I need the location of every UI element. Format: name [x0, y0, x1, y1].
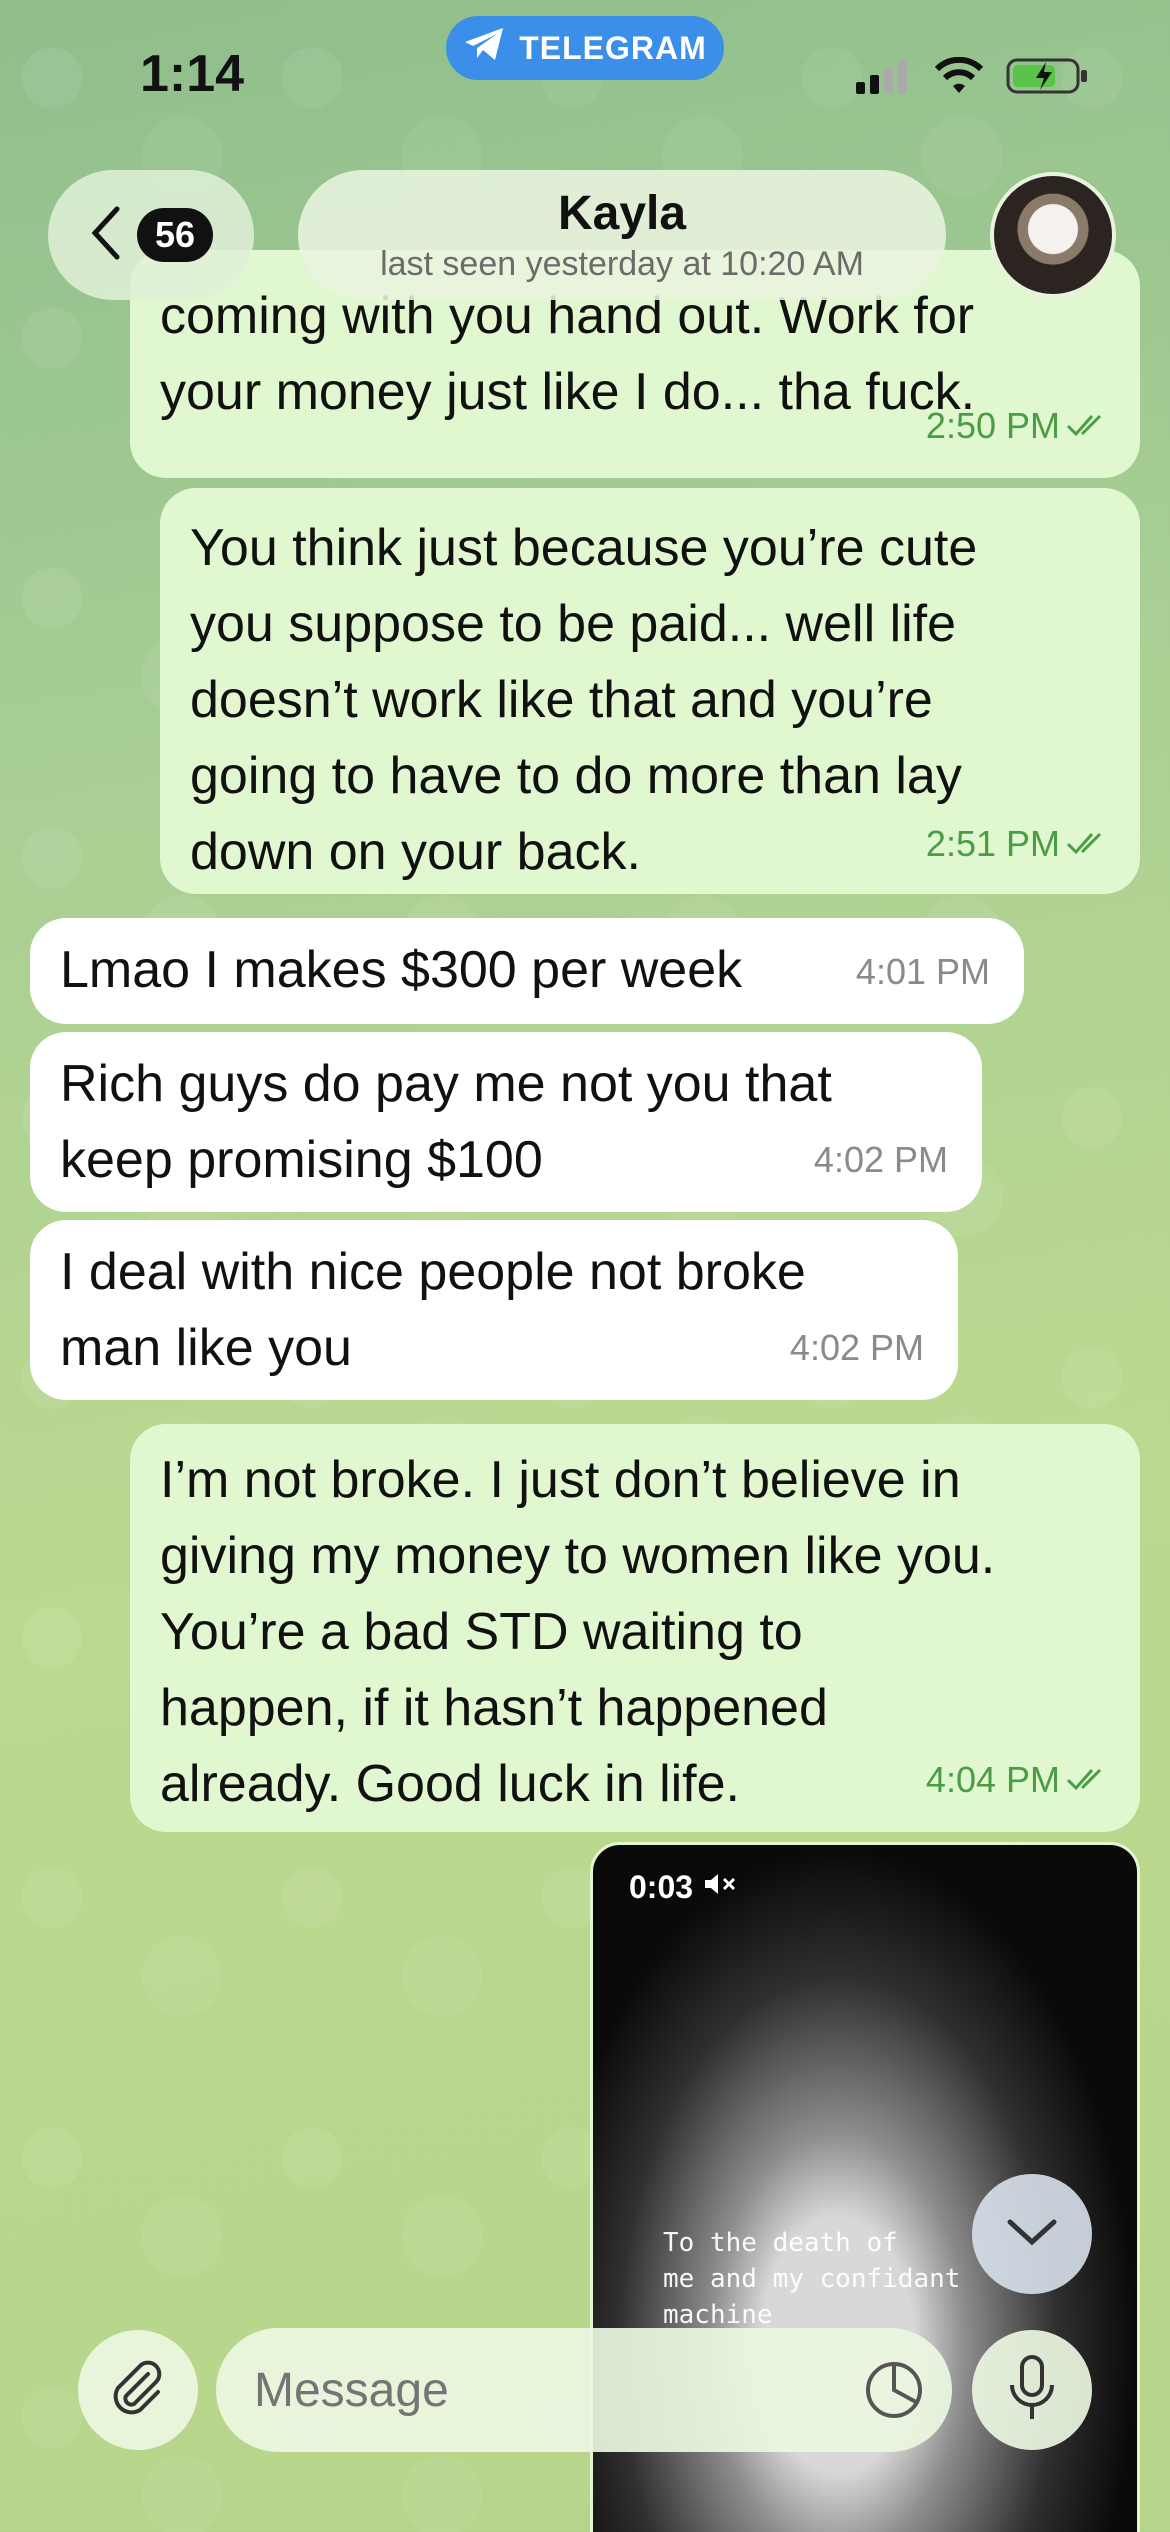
video-duration: 0:03 [629, 1869, 737, 1906]
status-icons [854, 56, 1090, 101]
signal-icon [854, 58, 912, 99]
message-bubble-outgoing[interactable]: I’m not broke. I just don’t believe in g… [130, 1424, 1140, 1832]
wifi-icon [934, 56, 984, 100]
double-check-icon [1066, 388, 1110, 464]
message-meta: 2:51 PM [926, 806, 1110, 882]
scroll-to-bottom-button[interactable] [972, 2174, 1092, 2294]
double-check-icon [1066, 1742, 1110, 1818]
message-meta: 2:50 PM [926, 388, 1110, 464]
message-bubble-incoming[interactable]: Rich guys do pay me not you that keep pr… [30, 1032, 982, 1212]
video-caption: To the death of me and my confidant mach… [663, 2228, 961, 2330]
voice-record-button[interactable] [972, 2330, 1092, 2450]
back-button[interactable]: 56 [48, 170, 254, 300]
message-meta: 4:04 PM [926, 1742, 1110, 1818]
telegram-pill[interactable]: TELEGRAM [446, 16, 724, 80]
status-bar: 1:14 TELEGRAM [0, 0, 1170, 150]
telegram-pill-label: TELEGRAM [519, 29, 707, 66]
message-time: 2:50 PM [925, 405, 1060, 446]
message-input[interactable] [216, 2328, 952, 2452]
telegram-plane-icon [463, 26, 505, 70]
unread-count-badge: 56 [136, 208, 214, 262]
attach-button[interactable] [78, 2330, 198, 2450]
last-seen-status: last seen yesterday at 10:20 AM [380, 245, 864, 283]
message-meta: 4:02 PM [790, 1310, 924, 1386]
muted-speaker-icon[interactable] [703, 1869, 737, 1906]
status-time: 1:14 [140, 45, 245, 103]
contact-avatar[interactable] [990, 172, 1116, 298]
message-time: 4:02 PM [789, 1327, 924, 1368]
sticker-icon[interactable] [862, 2358, 926, 2427]
message-time: 4:01 PM [855, 951, 990, 992]
message-time: 4:04 PM [925, 1759, 1060, 1800]
chevron-left-icon [89, 203, 123, 268]
message-meta: 4:01 PM [856, 934, 990, 1010]
message-bubble-incoming[interactable]: Lmao I makes $300 per week 4:01 PM [30, 918, 1024, 1024]
microphone-icon [1005, 2353, 1059, 2428]
message-meta: 4:02 PM [814, 1122, 948, 1198]
message-time: 2:51 PM [925, 823, 1060, 864]
video-duration-text: 0:03 [629, 1869, 694, 1905]
message-bubble-incoming[interactable]: I deal with nice people not broke man li… [30, 1220, 958, 1400]
message-bubble-outgoing[interactable]: You think just because you’re cute you s… [160, 488, 1140, 894]
battery-charging-icon [1006, 56, 1090, 101]
double-check-icon [1066, 806, 1110, 882]
contact-name: Kayla [557, 187, 687, 240]
message-time: 4:02 PM [813, 1139, 948, 1180]
paperclip-icon [106, 2356, 170, 2425]
chat-title[interactable]: Kayla last seen yesterday at 10:20 AM [298, 170, 946, 300]
chevron-down-icon [1002, 2212, 1062, 2257]
